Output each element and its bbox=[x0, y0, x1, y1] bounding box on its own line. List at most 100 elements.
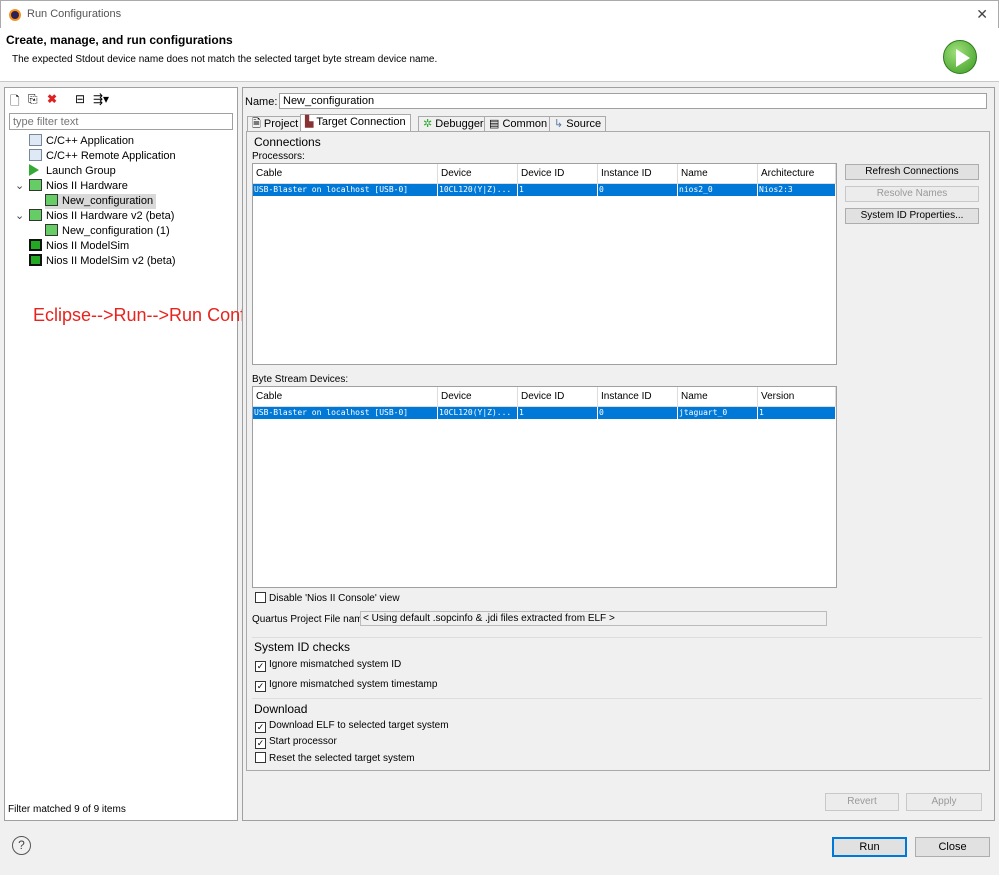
cell: nios2_0 bbox=[678, 184, 758, 196]
tree-item-launch-group[interactable]: Launch Group bbox=[29, 164, 116, 179]
cell: Nios2:3 bbox=[758, 184, 836, 196]
tree-label: Nios II Hardware bbox=[46, 180, 128, 192]
filter-input[interactable] bbox=[9, 113, 233, 130]
column-header[interactable]: Instance ID bbox=[598, 164, 678, 184]
checkbox-checked-icon[interactable]: ✓ bbox=[255, 661, 266, 672]
divider bbox=[252, 637, 982, 638]
tree-item-cpp-application[interactable]: C/C++ Application bbox=[29, 134, 134, 149]
ignore-timestamp-checkbox[interactable]: ✓ Ignore mismatched system timestamp bbox=[255, 679, 437, 692]
column-header[interactable]: Device bbox=[438, 164, 518, 184]
quartus-label: Quartus Project File name: bbox=[252, 614, 371, 625]
tree-label: New_configuration bbox=[62, 195, 154, 207]
collapse-all-icon[interactable]: ⊟ bbox=[75, 92, 85, 106]
byte-stream-label: Byte Stream Devices: bbox=[252, 374, 349, 385]
window-title: Run Configurations bbox=[27, 8, 122, 20]
tree-item-cpp-remote[interactable]: C/C++ Remote Application bbox=[29, 149, 176, 164]
tab-label: Common bbox=[502, 118, 548, 130]
cell: 1 bbox=[518, 407, 598, 419]
nios-hardware-icon bbox=[45, 224, 58, 236]
tree-item-nios-hardware[interactable]: ⌄ Nios II Hardware bbox=[15, 179, 128, 194]
tab-label: Target Connection bbox=[316, 116, 406, 128]
column-header[interactable]: Name bbox=[678, 164, 758, 184]
column-header[interactable]: Device bbox=[438, 387, 518, 407]
tab-source[interactable]: ↳ Source bbox=[549, 116, 607, 131]
table-row[interactable]: USB-Blaster on localhost [USB-0] 10CL120… bbox=[253, 407, 836, 419]
refresh-connections-button[interactable]: Refresh Connections bbox=[845, 164, 979, 180]
close-button[interactable]: Close bbox=[915, 837, 990, 857]
checkbox-label: Download ELF to selected target system bbox=[269, 720, 449, 731]
delete-icon[interactable]: ✖ bbox=[47, 92, 57, 106]
column-header[interactable]: Name bbox=[678, 387, 758, 407]
tree-label: Launch Group bbox=[46, 165, 116, 177]
run-banner-icon bbox=[943, 40, 977, 74]
tab-common[interactable]: ▤ Common bbox=[484, 116, 553, 131]
dialog-header: Create, manage, and run configurations T… bbox=[0, 28, 999, 82]
checkbox-checked-icon[interactable]: ✓ bbox=[255, 722, 266, 733]
name-label: Name: bbox=[245, 96, 278, 108]
name-input[interactable]: New_configuration bbox=[279, 93, 987, 109]
start-processor-checkbox[interactable]: ✓ Start processor bbox=[255, 736, 337, 749]
processors-label: Processors: bbox=[252, 151, 305, 162]
tab-target-connection[interactable]: ▙ Target Connection bbox=[300, 114, 411, 131]
download-elf-checkbox[interactable]: ✓ Download ELF to selected target system bbox=[255, 720, 449, 733]
checkbox-label: Reset the selected target system bbox=[269, 753, 415, 764]
cell: USB-Blaster on localhost [USB-0] bbox=[253, 184, 438, 196]
launch-group-icon bbox=[29, 164, 39, 176]
configuration-tree-panel: 🗋 ⎘ ✖ ⊟ ⇶▾ C/C++ Application C/C++ Remot… bbox=[4, 87, 238, 821]
cell: USB-Blaster on localhost [USB-0] bbox=[253, 407, 438, 419]
new-config-icon[interactable]: 🗋 bbox=[10, 92, 20, 113]
column-header[interactable]: Version bbox=[758, 387, 836, 407]
byte-stream-table[interactable]: Cable Device Device ID Instance ID Name … bbox=[252, 386, 837, 588]
processors-table[interactable]: Cable Device Device ID Instance ID Name … bbox=[252, 163, 837, 365]
tree-label: Nios II ModelSim v2 (beta) bbox=[46, 255, 176, 267]
download-heading: Download bbox=[254, 702, 308, 716]
chevron-down-icon[interactable]: ⌄ bbox=[15, 209, 24, 224]
connections-heading: Connections bbox=[254, 135, 321, 149]
ignore-system-id-checkbox[interactable]: ✓ Ignore mismatched system ID bbox=[255, 659, 401, 672]
column-header[interactable]: Cable bbox=[253, 164, 438, 184]
resolve-names-button[interactable]: Resolve Names bbox=[845, 186, 979, 202]
column-header[interactable]: Cable bbox=[253, 387, 438, 407]
eclipse-logo-icon bbox=[9, 9, 21, 21]
quartus-file-field[interactable]: < Using default .sopcinfo & .jdi files e… bbox=[360, 611, 827, 626]
project-icon: 🗎 bbox=[252, 118, 261, 130]
apply-button[interactable]: Apply bbox=[906, 793, 982, 811]
tree-label: Nios II Hardware v2 (beta) bbox=[46, 210, 175, 222]
table-row[interactable]: USB-Blaster on localhost [USB-0] 10CL120… bbox=[253, 184, 836, 196]
tab-debugger[interactable]: ✲ Debugger bbox=[418, 116, 489, 131]
revert-button[interactable]: Revert bbox=[825, 793, 899, 811]
disable-console-checkbox[interactable]: Disable 'Nios II Console' view bbox=[255, 592, 400, 604]
checkbox-label: Ignore mismatched system ID bbox=[269, 659, 402, 670]
checkbox-label: Disable 'Nios II Console' view bbox=[269, 593, 400, 604]
checkbox-checked-icon[interactable]: ✓ bbox=[255, 681, 266, 692]
tree-item-modelsim-v2[interactable]: Nios II ModelSim v2 (beta) bbox=[29, 254, 176, 269]
tree-item-modelsim[interactable]: Nios II ModelSim bbox=[29, 239, 129, 254]
c-app-icon bbox=[29, 134, 42, 146]
close-window-button[interactable]: ✕ bbox=[976, 6, 988, 23]
tree-item-new-configuration[interactable]: New_configuration bbox=[45, 194, 157, 209]
source-icon: ↳ bbox=[554, 118, 564, 130]
reset-target-checkbox[interactable]: Reset the selected target system bbox=[255, 752, 415, 764]
tree-item-nios-hardware-v2[interactable]: ⌄ Nios II Hardware v2 (beta) bbox=[15, 209, 175, 224]
column-header[interactable]: Device ID bbox=[518, 164, 598, 184]
nios-hardware-icon bbox=[29, 179, 42, 191]
target-connection-icon: ▙ bbox=[305, 116, 314, 128]
duplicate-icon[interactable]: ⎘ bbox=[28, 92, 38, 107]
filter-icon[interactable]: ⇶▾ bbox=[93, 92, 109, 106]
chevron-down-icon[interactable]: ⌄ bbox=[15, 179, 24, 194]
column-header[interactable]: Device ID bbox=[518, 387, 598, 407]
c-app-icon bbox=[29, 149, 42, 161]
tab-label: Project bbox=[263, 118, 299, 130]
column-header[interactable]: Instance ID bbox=[598, 387, 678, 407]
column-header[interactable]: Architecture bbox=[758, 164, 836, 184]
system-id-properties-button[interactable]: System ID Properties... bbox=[845, 208, 979, 224]
help-icon[interactable]: ? bbox=[12, 836, 31, 855]
tree-item-new-configuration-1[interactable]: New_configuration (1) bbox=[45, 224, 170, 239]
tab-project[interactable]: 🗎 Project bbox=[247, 116, 304, 131]
checkbox-unchecked[interactable] bbox=[255, 752, 266, 763]
checkbox-unchecked[interactable] bbox=[255, 592, 266, 603]
bug-icon: ✲ bbox=[423, 118, 433, 130]
common-icon: ▤ bbox=[489, 118, 500, 130]
checkbox-checked-icon[interactable]: ✓ bbox=[255, 738, 266, 749]
run-button[interactable]: Run bbox=[832, 837, 907, 857]
